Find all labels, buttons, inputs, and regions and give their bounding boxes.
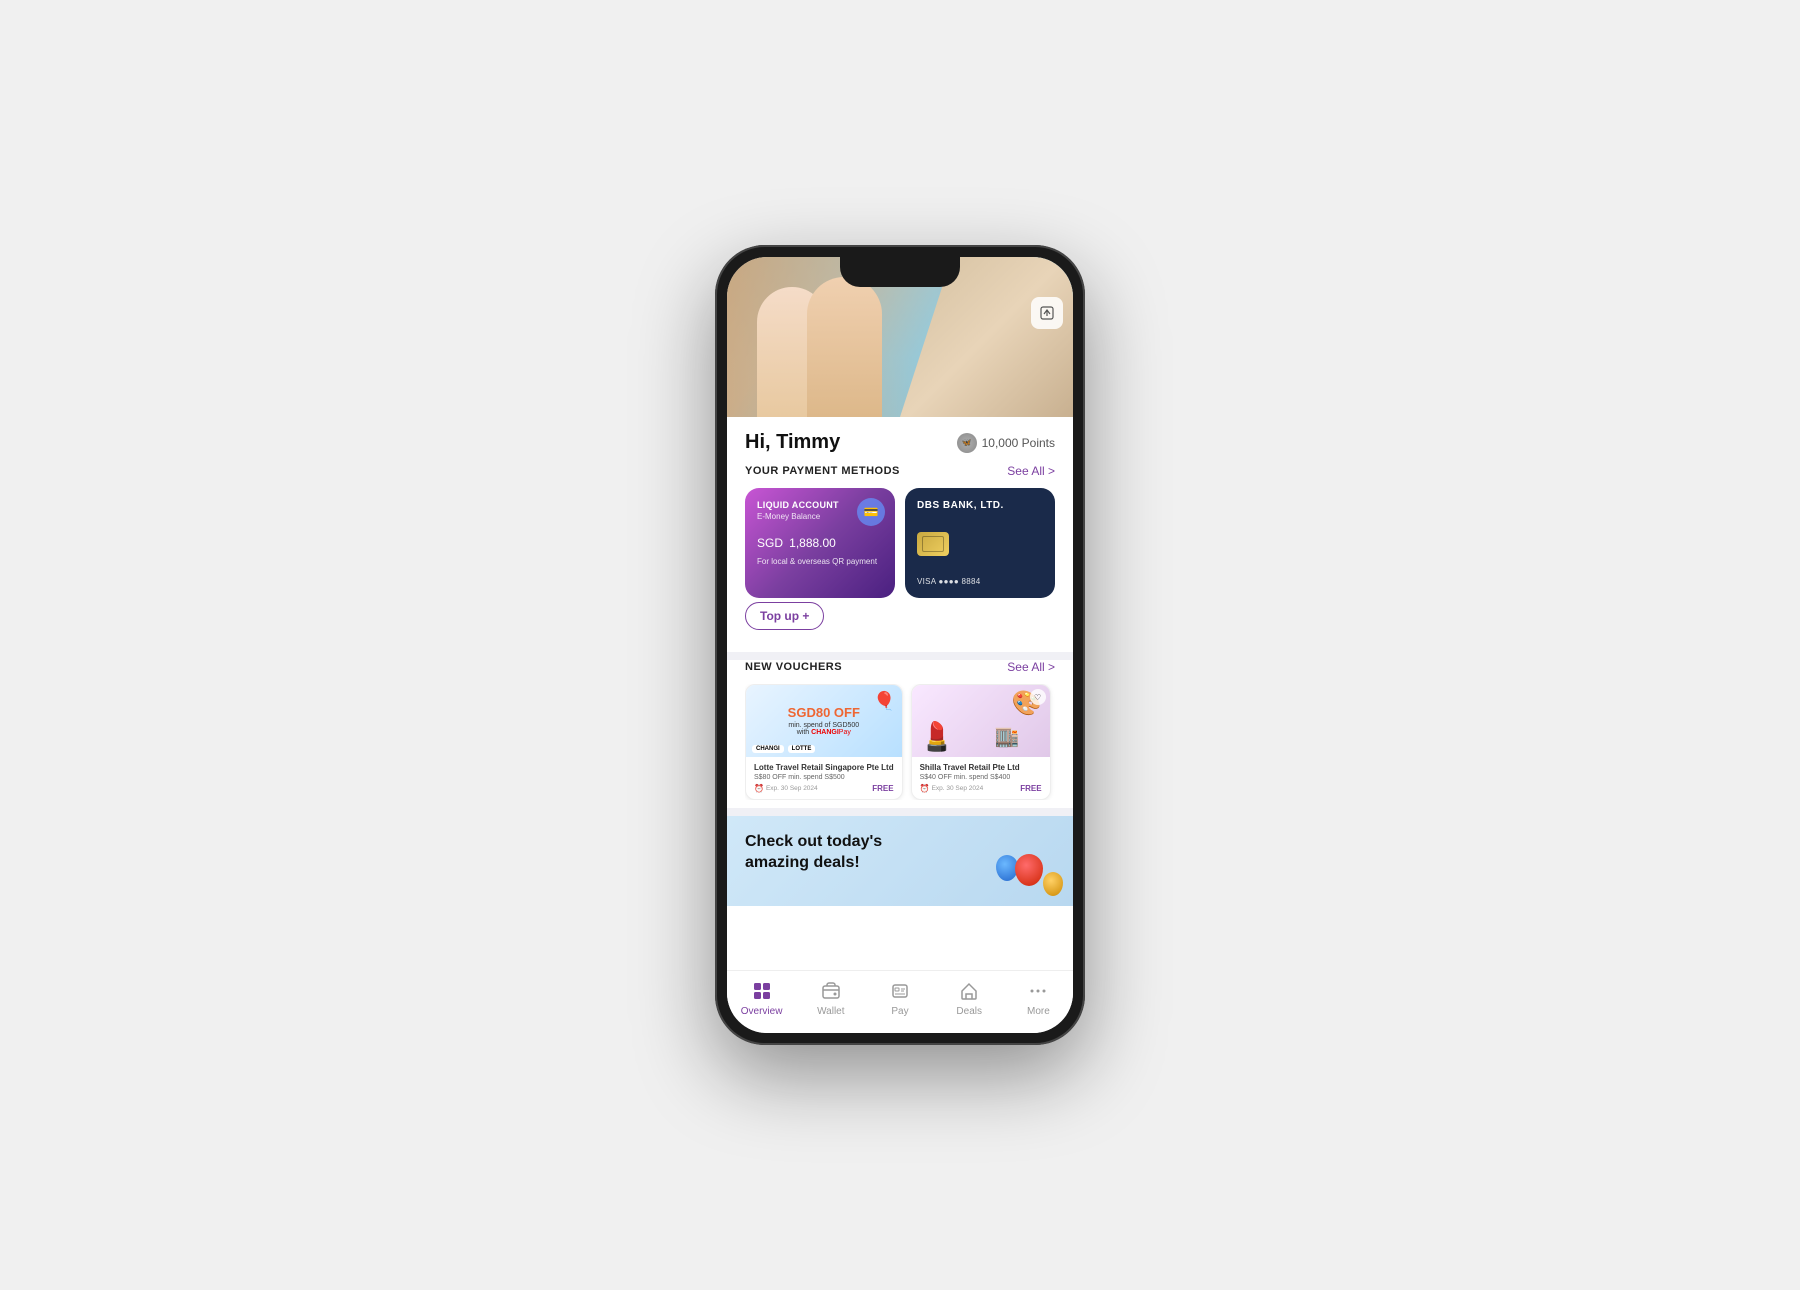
liquid-card-amount: SGD 1,888.00 xyxy=(757,529,883,551)
brand-logo-1: CHANGI xyxy=(752,745,784,753)
voucher-footer-1: ⏰ Exp. 30 Sep 2024 FREE xyxy=(754,784,894,793)
voucher-big-text-1: SGD80 OFF xyxy=(788,706,860,720)
dbs-card[interactable]: DBS BANK, LTD. VISA ●●●● 8884 xyxy=(905,488,1055,598)
dbs-visa-text: VISA ●●●● 8884 xyxy=(917,577,1043,586)
voucher-desc-2: S$40 OFF min. spend S$400 xyxy=(920,774,1042,781)
payment-methods-see-all[interactable]: See All > xyxy=(1007,464,1055,478)
bottom-nav: Overview Wallet xyxy=(727,970,1073,1033)
nav-item-wallet[interactable]: Wallet xyxy=(796,979,865,1017)
points-badge: 🦋 10,000 Points xyxy=(957,433,1055,453)
liquid-card[interactable]: LIQUID ACCOUNT E-Money Balance SGD 1,888… xyxy=(745,488,895,598)
nav-item-more[interactable]: More xyxy=(1004,979,1073,1017)
cosmetics-icon: 💄 xyxy=(920,720,955,753)
brand-logo-2: LOTTE xyxy=(788,745,816,753)
overview-icon xyxy=(750,979,774,1003)
store-icon: 🏬 xyxy=(995,724,1020,749)
bookmark-icon: ♡ xyxy=(1030,689,1046,705)
payment-methods-section: YOUR PAYMENT METHODS See All > LIQUID AC… xyxy=(727,464,1073,652)
voucher-price-1: FREE xyxy=(872,784,893,793)
voucher-min-spend-1: min. spend of SGD500 xyxy=(788,722,860,729)
voucher-body-1: Lotte Travel Retail Singapore Pte Ltd S$… xyxy=(746,757,902,799)
phone-screen: Hi, Timmy 🦋 10,000 Points YOUR PAYMENT M… xyxy=(727,257,1073,1033)
payment-methods-header: YOUR PAYMENT METHODS See All > xyxy=(745,464,1055,478)
content-scroll[interactable]: Hi, Timmy 🦋 10,000 Points YOUR PAYMENT M… xyxy=(727,417,1073,970)
greeting-text: Hi, Timmy xyxy=(745,431,840,454)
points-label: 10,000 Points xyxy=(982,436,1055,450)
voucher-exp-2: ⏰ Exp. 30 Sep 2024 xyxy=(920,784,984,793)
section-divider-1 xyxy=(727,652,1073,660)
payment-methods-title: YOUR PAYMENT METHODS xyxy=(745,465,900,477)
vouchers-container: SGD80 OFF min. spend of SGD500 with CHAN… xyxy=(745,684,1055,800)
nav-label-deals: Deals xyxy=(956,1006,982,1017)
balloon-red xyxy=(1015,854,1043,886)
voucher-exp-1: ⏰ Exp. 30 Sep 2024 xyxy=(754,784,818,793)
balloon-yellow xyxy=(1043,872,1063,896)
phone-frame: Hi, Timmy 🦋 10,000 Points YOUR PAYMENT M… xyxy=(715,245,1085,1045)
nav-label-wallet: Wallet xyxy=(817,1006,844,1017)
voucher-image-1: SGD80 OFF min. spend of SGD500 with CHAN… xyxy=(746,685,902,757)
dbs-chip xyxy=(917,532,949,556)
voucher-item[interactable]: 💄 🎨 🏬 ♡ Shilla Travel Retail Pte Ltd S$4… xyxy=(911,684,1051,800)
vouchers-header: NEW VOUCHERS See All > xyxy=(745,660,1055,674)
voucher-image-2: 💄 🎨 🏬 ♡ xyxy=(912,685,1050,757)
voucher-with-1: with CHANGIPay xyxy=(788,729,860,736)
liquid-card-footer: For local & overseas QR payment xyxy=(757,557,883,566)
vouchers-section: NEW VOUCHERS See All > SGD80 OFF min. sp… xyxy=(727,660,1073,808)
liquid-card-amount-value: 1,888.00 xyxy=(789,536,836,550)
liquid-card-currency: SGD xyxy=(757,536,783,550)
brand-logos: CHANGI LOTTE xyxy=(752,745,815,753)
dbs-card-title: DBS BANK, LTD. xyxy=(917,500,1043,511)
voucher-merchant-1: Lotte Travel Retail Singapore Pte Ltd xyxy=(754,763,894,772)
voucher-merchant-2: Shilla Travel Retail Pte Ltd xyxy=(920,763,1042,772)
more-icon xyxy=(1026,979,1050,1003)
notch xyxy=(840,257,960,287)
balloon-icon: 🎈 xyxy=(873,691,895,712)
voucher-desc-1: S$80 OFF min. spend S$500 xyxy=(754,774,894,781)
voucher-price-2: FREE xyxy=(1020,784,1041,793)
section-divider-2 xyxy=(727,808,1073,816)
pay-icon xyxy=(888,979,912,1003)
points-icon: 🦋 xyxy=(957,433,977,453)
nav-item-pay[interactable]: Pay xyxy=(865,979,934,1017)
voucher-item[interactable]: SGD80 OFF min. spend of SGD500 with CHAN… xyxy=(745,684,903,800)
deals-icon xyxy=(957,979,981,1003)
nav-item-deals[interactable]: Deals xyxy=(935,979,1004,1017)
export-button[interactable] xyxy=(1031,297,1063,329)
vouchers-see-all[interactable]: See All > xyxy=(1007,660,1055,674)
nav-label-more: More xyxy=(1027,1006,1050,1017)
liquid-card-icon: 💳 xyxy=(857,498,885,526)
deals-banner[interactable]: Check out today'samazing deals! xyxy=(727,816,1073,906)
nav-label-pay: Pay xyxy=(891,1006,908,1017)
greeting-row: Hi, Timmy 🦋 10,000 Points xyxy=(727,417,1073,464)
payment-cards-container: LIQUID ACCOUNT E-Money Balance SGD 1,888… xyxy=(745,488,1055,598)
wallet-icon xyxy=(819,979,843,1003)
vouchers-title: NEW VOUCHERS xyxy=(745,661,842,673)
nav-item-overview[interactable]: Overview xyxy=(727,979,796,1017)
voucher-body-2: Shilla Travel Retail Pte Ltd S$40 OFF mi… xyxy=(912,757,1050,799)
topup-button[interactable]: Top up + xyxy=(745,602,824,630)
deals-decorations xyxy=(973,836,1073,906)
nav-label-overview: Overview xyxy=(741,1006,783,1017)
voucher-footer-2: ⏰ Exp. 30 Sep 2024 FREE xyxy=(920,784,1042,793)
